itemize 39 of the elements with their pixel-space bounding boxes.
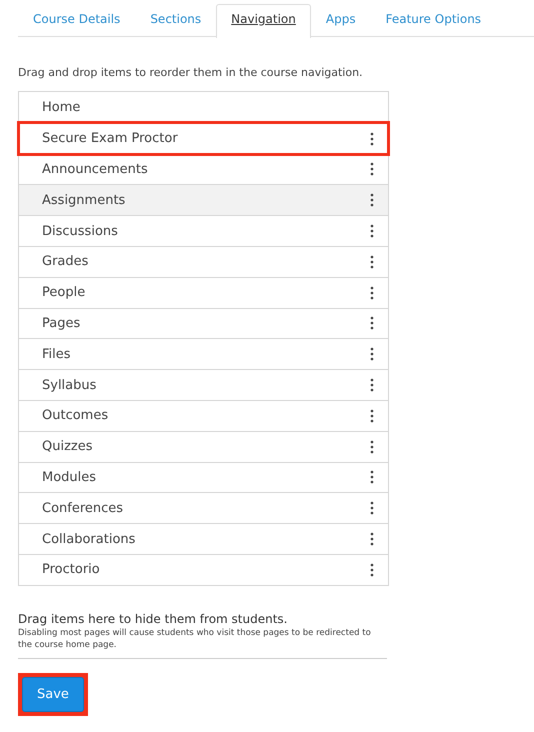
nav-item[interactable]: Files (19, 338, 388, 370)
more-options-icon[interactable] (370, 162, 374, 176)
save-button[interactable]: Save (22, 676, 84, 712)
tab[interactable]: Feature Options (370, 4, 496, 37)
nav-item[interactable]: Collaborations (19, 523, 388, 554)
nav-item[interactable]: Grades (19, 246, 388, 277)
more-options-icon[interactable] (370, 378, 374, 392)
nav-item[interactable]: Home (19, 92, 388, 123)
nav-item[interactable]: Secure Exam Proctor (19, 122, 388, 154)
more-options-icon[interactable] (370, 286, 374, 300)
more-options-icon[interactable] (370, 470, 374, 484)
more-options-icon[interactable] (370, 562, 374, 577)
more-options-icon[interactable] (370, 347, 374, 362)
hidden-items-note: Disabling most pages will cause students who visit those pages to be redirected to the course home page. (18, 628, 372, 652)
nav-item[interactable]: Proctorio (19, 554, 388, 585)
instructions-text: Drag and drop items to reorder them in the course navigation. (18, 66, 364, 79)
tab[interactable]: Sections (135, 4, 216, 37)
more-options-icon[interactable] (370, 440, 374, 454)
nav-item[interactable]: Assignments (19, 184, 388, 216)
nav-item[interactable]: Quizzes (19, 430, 388, 462)
more-options-icon[interactable] (370, 532, 374, 546)
nav-item[interactable]: Syllabus (19, 369, 388, 400)
tab[interactable]: Apps (310, 4, 371, 37)
more-options-icon[interactable] (370, 408, 374, 423)
nav-item[interactable]: People (19, 276, 388, 308)
nav-item[interactable]: Outcomes (19, 400, 388, 431)
nav-item[interactable]: Pages (19, 308, 388, 338)
more-options-icon[interactable] (370, 501, 374, 516)
more-options-icon[interactable] (370, 254, 374, 269)
hidden-items-title: Drag items here to hide them from students. (18, 612, 288, 626)
more-options-icon[interactable] (370, 316, 374, 330)
nav-item[interactable]: Discussions (19, 215, 388, 246)
tab[interactable]: Course Details (18, 4, 136, 37)
nav-item[interactable]: Modules (19, 462, 388, 492)
more-options-icon[interactable] (370, 132, 374, 146)
more-options-icon[interactable] (370, 193, 374, 208)
nav-item[interactable]: Conferences (19, 492, 388, 524)
tab[interactable]: Navigation (216, 4, 311, 38)
more-options-icon[interactable] (370, 224, 374, 238)
